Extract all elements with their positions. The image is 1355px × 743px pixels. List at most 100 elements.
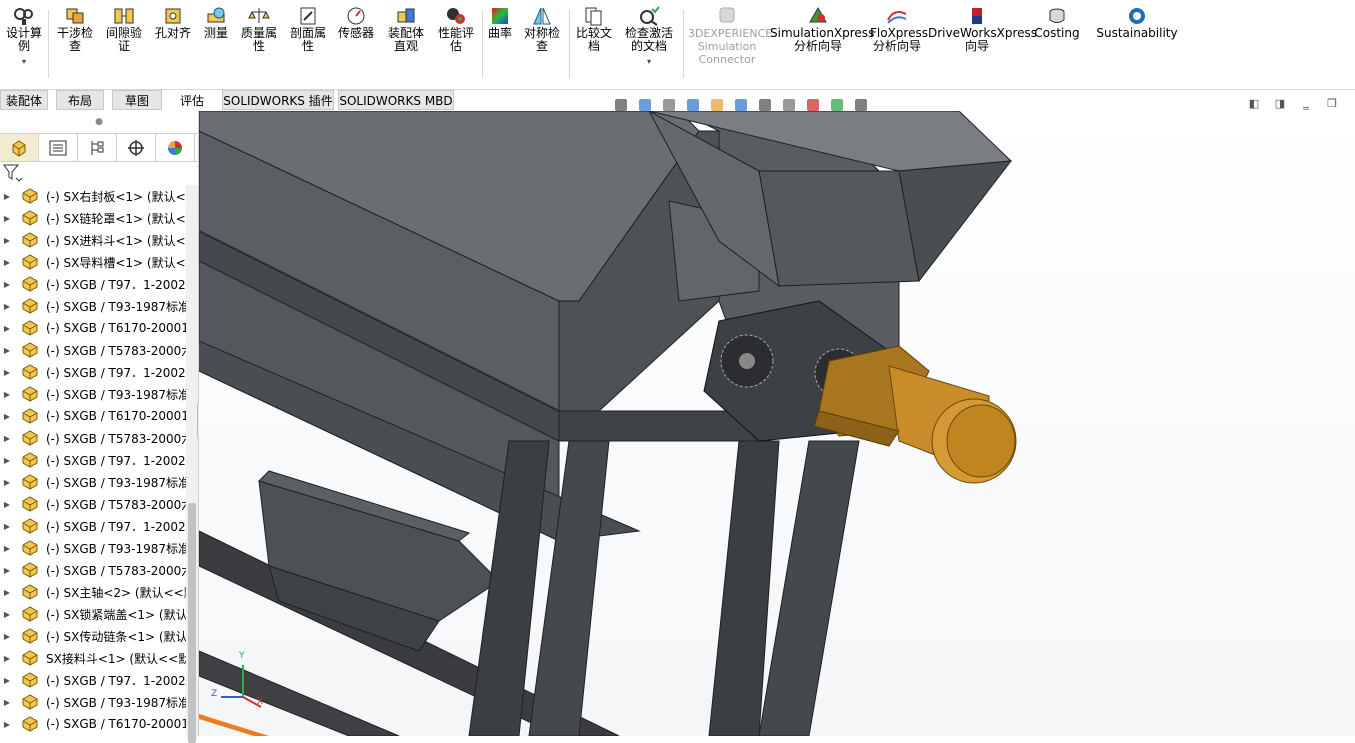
- performance-evaluation-button[interactable]: 性能评估: [434, 6, 478, 53]
- zoom-to-fit-icon[interactable]: [612, 96, 630, 114]
- display-style-icon[interactable]: [756, 96, 774, 114]
- interference-detection-button[interactable]: 干涉检查: [52, 6, 98, 53]
- tree-item[interactable]: ▶ (-) SX进料斗<1> (默认<<: [0, 229, 186, 251]
- tree-item[interactable]: ▶ (-) SXGB / T6170-20001: [0, 713, 186, 735]
- tab-sketch[interactable]: 草图: [112, 90, 162, 110]
- tree-item[interactable]: ▶ (-) SXGB / T93-1987标准: [0, 471, 186, 493]
- tree-item[interactable]: ▶ (-) SX右封板<1> (默认<<: [0, 185, 186, 207]
- expand-arrow-icon[interactable]: ▶: [0, 566, 14, 575]
- tree-item[interactable]: ▶ (-) SXGB / T5783-2000六: [0, 493, 186, 515]
- restore-next-icon[interactable]: ◨: [1273, 97, 1287, 111]
- expand-arrow-icon[interactable]: ▶: [0, 214, 14, 223]
- tree-item[interactable]: ▶ (-) SX链轮罩<1> (默认<挡: [0, 207, 186, 229]
- expand-arrow-icon[interactable]: ▶: [0, 588, 14, 597]
- design-study-button[interactable]: 设计算例 ▾: [4, 6, 44, 68]
- expand-arrow-icon[interactable]: ▶: [0, 456, 14, 465]
- expand-arrow-icon[interactable]: ▶: [0, 368, 14, 377]
- sustainability-button[interactable]: Sustainability: [1096, 6, 1178, 40]
- configuration-manager-tab[interactable]: [78, 134, 117, 161]
- tab-solidworks-mbd[interactable]: SOLIDWORKS MBD: [338, 90, 454, 110]
- tree-item[interactable]: ▶ (-) SXGB / T97．1-2002: [0, 273, 186, 295]
- expand-arrow-icon[interactable]: ▶: [0, 698, 14, 707]
- dimxpert-manager-tab[interactable]: [117, 134, 156, 161]
- tree-item[interactable]: ▶ (-) SXGB / T93-1987标准: [0, 537, 186, 559]
- expand-arrow-icon[interactable]: ▶: [0, 632, 14, 641]
- expand-arrow-icon[interactable]: ▶: [0, 412, 14, 421]
- expand-arrow-icon[interactable]: ▶: [0, 500, 14, 509]
- minimize-icon[interactable]: ‗: [1299, 97, 1313, 111]
- tree-item[interactable]: ▶ (-) SXGB / T93-1987标准: [0, 295, 186, 317]
- restore-previous-icon[interactable]: ◧: [1247, 97, 1261, 111]
- previous-view-icon[interactable]: [660, 96, 678, 114]
- property-manager-tab[interactable]: [39, 134, 78, 161]
- expand-arrow-icon[interactable]: ▶: [0, 236, 14, 245]
- measure-button[interactable]: 测量: [200, 6, 232, 40]
- apply-scene-icon[interactable]: [828, 96, 846, 114]
- tree-item[interactable]: ▶ (-) SXGB / T5783-2000六: [0, 339, 186, 361]
- expand-arrow-icon[interactable]: ▶: [0, 302, 14, 311]
- tree-item[interactable]: ▶ (-) SXGB / T93-1987标准: [0, 691, 186, 713]
- hide-show-icon[interactable]: [780, 96, 798, 114]
- driveworksxpress-button[interactable]: DriveWorksXpress 向导: [928, 6, 1037, 53]
- expand-arrow-icon[interactable]: ▶: [0, 610, 14, 619]
- tree-item[interactable]: ▶ (-) SXGB / T97．1-2002: [0, 515, 186, 537]
- floxpress-button[interactable]: FloXpress 分析向导: [870, 6, 928, 53]
- feature-manager-tree-tab[interactable]: [0, 134, 39, 161]
- expand-arrow-icon[interactable]: ▶: [0, 676, 14, 685]
- tree-item[interactable]: ▶ (-) SXGB / T5783-2000六: [0, 559, 186, 581]
- tree-item[interactable]: ▶ (-) SXGB / T6170-20001: [0, 317, 186, 339]
- costing-button[interactable]: Costing: [1030, 6, 1084, 40]
- tree-item[interactable]: ▶ (-) SXGB / T97．1-2002: [0, 669, 186, 691]
- tree-item[interactable]: ▶ (-) SXGB / T5783-2000六: [0, 427, 186, 449]
- graphics-viewport[interactable]: Y X Z: [199, 111, 1355, 736]
- tree-item[interactable]: ▶ SX接料斗<1> (默认<<默: [0, 647, 186, 669]
- tree-item[interactable]: ▶ (-) SX传动链条<1> (默认: [0, 625, 186, 647]
- compare-documents-button[interactable]: 比较文档: [572, 6, 616, 53]
- expand-arrow-icon[interactable]: ▶: [0, 324, 14, 333]
- section-properties-button[interactable]: 剖面属性: [286, 6, 330, 53]
- symmetry-check-button[interactable]: 对称检查: [520, 6, 564, 53]
- dynamic-annotation-icon[interactable]: [708, 96, 726, 114]
- check-active-document-button[interactable]: 检查激活的文档 ▾: [620, 6, 678, 68]
- display-manager-tab[interactable]: [156, 134, 195, 161]
- expand-arrow-icon[interactable]: ▶: [0, 522, 14, 531]
- zoom-area-icon[interactable]: [636, 96, 654, 114]
- panel-grip-icon[interactable]: ●: [0, 111, 198, 133]
- tree-item[interactable]: ▶ (-) SXGB / T93-1987标准: [0, 383, 186, 405]
- curvature-button[interactable]: 曲率: [486, 6, 514, 40]
- expand-arrow-icon[interactable]: ▶: [0, 390, 14, 399]
- 3dexperience-simulation-connector-button[interactable]: 3DEXPERIENCE Simulation Connector: [688, 6, 772, 66]
- edit-appearance-icon[interactable]: [804, 96, 822, 114]
- expand-arrow-icon[interactable]: ▶: [0, 346, 14, 355]
- expand-arrow-icon[interactable]: ▶: [0, 434, 14, 443]
- tree-item[interactable]: ▶ (-) SXGB / T97．1-2002: [0, 361, 186, 383]
- filter-icon[interactable]: [2, 162, 24, 184]
- sensor-button[interactable]: 传感器: [334, 6, 378, 40]
- tree-item[interactable]: ▶ (-) SX导料槽<1> (默认<挡: [0, 251, 186, 273]
- tree-item[interactable]: ▶ (-) SXGB / T97．1-2002: [0, 449, 186, 471]
- hole-alignment-button[interactable]: 孔对齐: [150, 6, 196, 40]
- filter-bar[interactable]: [0, 161, 198, 185]
- tree-item[interactable]: ▶ (-) SXGB / T6170-20001: [0, 405, 186, 427]
- tree-item[interactable]: ▶ (-) SX锁紧端盖<1> (默认: [0, 603, 186, 625]
- tree-item[interactable]: ▶ (-) SX主轴<2> (默认<<默: [0, 581, 186, 603]
- assembly-visualization-button[interactable]: 装配体直观: [382, 6, 430, 53]
- clearance-verification-button[interactable]: 间隙验证: [102, 6, 146, 53]
- expand-arrow-icon[interactable]: ▶: [0, 280, 14, 289]
- section-view-icon[interactable]: [684, 96, 702, 114]
- expand-arrow-icon[interactable]: ▶: [0, 478, 14, 487]
- view-orientation-icon[interactable]: [732, 96, 750, 114]
- expand-arrow-icon[interactable]: ▶: [0, 720, 14, 729]
- view-settings-icon[interactable]: [852, 96, 870, 114]
- expand-arrow-icon[interactable]: ▶: [0, 654, 14, 663]
- simulationxpress-button[interactable]: SimulationXpress 分析向导: [770, 6, 874, 53]
- mass-properties-button[interactable]: 质量属性: [236, 6, 282, 53]
- tree-scrollbar-thumb[interactable]: [188, 503, 196, 743]
- expand-arrow-icon[interactable]: ▶: [0, 544, 14, 553]
- tab-assembly[interactable]: 装配体: [0, 90, 48, 110]
- tab-solidworks-addins[interactable]: SOLIDWORKS 插件: [222, 90, 334, 110]
- tab-evaluate[interactable]: 评估: [170, 90, 214, 110]
- expand-arrow-icon[interactable]: ▶: [0, 192, 14, 201]
- restore-window-icon[interactable]: ❐: [1325, 97, 1339, 111]
- expand-arrow-icon[interactable]: ▶: [0, 258, 14, 267]
